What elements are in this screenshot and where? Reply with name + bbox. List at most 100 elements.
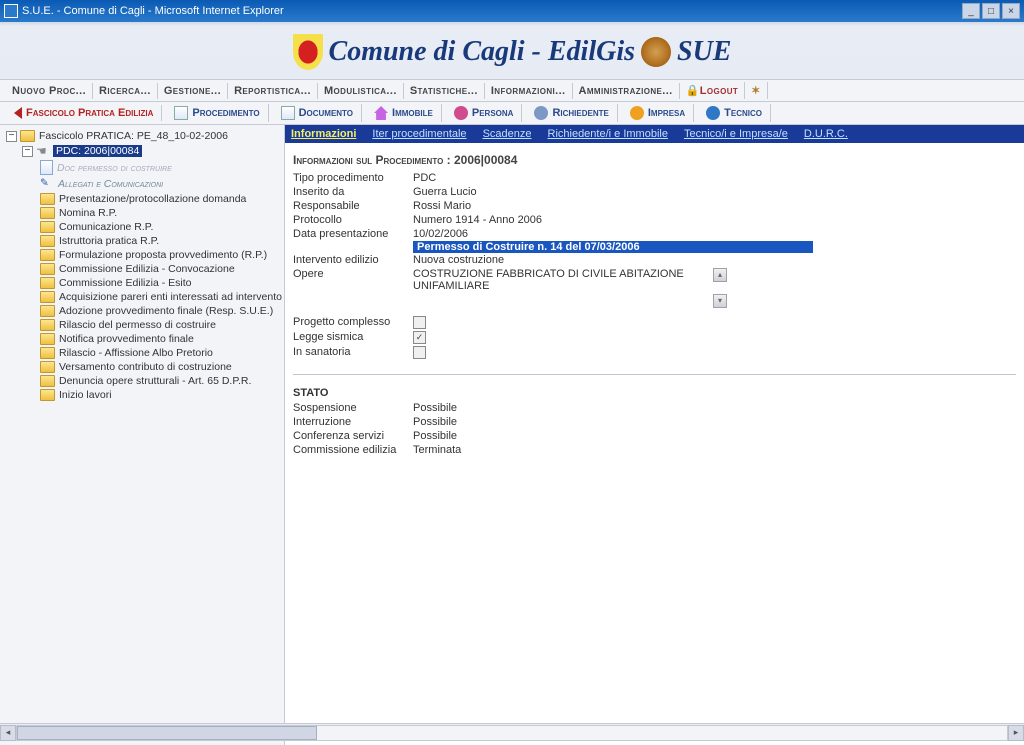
tree-item[interactable]: Inizio lavori xyxy=(2,388,282,402)
toolbar-modulistica[interactable]: Modulistica... xyxy=(318,83,404,99)
header-title-a: Comune di Cagli - EdilGis xyxy=(329,36,636,68)
toolbar-ricerca[interactable]: Ricerca... xyxy=(93,83,158,99)
value-inserito: Guerra Lucio xyxy=(413,186,477,198)
close-button[interactable]: × xyxy=(1002,3,1020,19)
folder-icon xyxy=(40,277,55,289)
scroll-down-icon[interactable]: ▾ xyxy=(713,294,727,308)
checkbox-progetto[interactable] xyxy=(413,316,426,329)
label-opere: Opere xyxy=(293,268,413,308)
tab-durc[interactable]: D.U.R.C. xyxy=(804,128,848,140)
tree-item[interactable]: Acquisizione pareri enti interessati ad … xyxy=(2,290,282,304)
checkbox-legge[interactable]: ✓ xyxy=(413,331,426,344)
toolbar-nuovo[interactable]: Nuovo Proc... xyxy=(6,83,93,99)
tree-root[interactable]: − Fascicolo PRATICA: PE_48_10-02-2006 xyxy=(2,129,282,143)
collapse-icon[interactable]: − xyxy=(6,131,17,142)
value-resp: Rossi Mario xyxy=(413,200,471,212)
tab-tecnico[interactable]: Tecnico/i e Impresa/e xyxy=(684,128,788,140)
folder-icon xyxy=(40,221,55,233)
tab-informazioni[interactable]: Informazioni xyxy=(291,128,356,140)
seal-icon xyxy=(641,37,671,67)
tree-doc[interactable]: Doc permesso di costruire xyxy=(2,159,282,176)
documento-button[interactable]: Documento xyxy=(273,104,362,122)
person-icon xyxy=(454,106,468,120)
label-resp: Responsabile xyxy=(293,200,413,212)
tecnico-button[interactable]: Tecnico xyxy=(698,104,771,122)
tree-item-label: Commissione Edilizia - Convocazione xyxy=(59,263,235,275)
tree-item-label: Presentazione/protocollazione domanda xyxy=(59,193,246,205)
value-proto: Numero 1914 - Anno 2006 xyxy=(413,214,542,226)
tree-item[interactable]: Commissione Edilizia - Esito xyxy=(2,276,282,290)
tab-scadenze[interactable]: Scadenze xyxy=(483,128,532,140)
tree-allegati[interactable]: ✎ Allegati e Comunicazioni xyxy=(2,176,282,192)
tree-item[interactable]: Versamento contributo di costruzione xyxy=(2,360,282,374)
scroll-track[interactable] xyxy=(16,725,1008,741)
toolbar-reportistica[interactable]: Reportistica... xyxy=(228,83,318,99)
value-opere: COSTRUZIONE FABBRICATO DI CIVILE ABITAZI… xyxy=(413,268,713,308)
tree-item[interactable]: Nomina R.P. xyxy=(2,206,282,220)
collapse-icon[interactable]: − xyxy=(22,146,33,157)
tree-item[interactable]: Rilascio - Affissione Albo Pretorio xyxy=(2,346,282,360)
immobile-button[interactable]: Immobile xyxy=(366,104,442,122)
fascicolo-button[interactable]: Fascicolo Pratica Edilizia xyxy=(6,105,162,121)
scroll-left-button[interactable]: ◂ xyxy=(0,725,16,741)
tree-item[interactable]: Formulazione proposta provvedimento (R.P… xyxy=(2,248,282,262)
main-toolbar: Nuovo Proc... Ricerca... Gestione... Rep… xyxy=(0,79,1024,102)
procedimento-button[interactable]: Procedimento xyxy=(166,104,268,122)
persona-button[interactable]: Persona xyxy=(446,104,523,122)
value-tipo: PDC xyxy=(413,172,436,184)
folder-icon xyxy=(40,305,55,317)
tree-item[interactable]: Commissione Edilizia - Convocazione xyxy=(2,262,282,276)
tree-item-label: Adozione provvedimento finale (Resp. S.U… xyxy=(59,305,273,317)
toolbar-amministrazione[interactable]: Amministrazione... xyxy=(573,83,680,99)
folder-icon xyxy=(40,319,55,331)
toolbar-statistiche[interactable]: Statistiche... xyxy=(404,83,485,99)
tree-selected-label: PDC: 2006|00084 xyxy=(53,145,142,157)
main-region: − Fascicolo PRATICA: PE_48_10-02-2006 − … xyxy=(0,125,1024,745)
tree-item[interactable]: Comunicazione R.P. xyxy=(2,220,282,234)
label-sosp: Sospensione xyxy=(293,402,413,414)
minimize-button[interactable]: _ xyxy=(962,3,980,19)
scroll-right-button[interactable]: ▸ xyxy=(1008,725,1024,741)
tree-item[interactable]: Istruttoria pratica R.P. xyxy=(2,234,282,248)
maximize-button[interactable]: □ xyxy=(982,3,1000,19)
tree-item-label: Denuncia opere strutturali - Art. 65 D.P… xyxy=(59,375,251,387)
tree-item-label: Versamento contributo di costruzione xyxy=(59,361,232,373)
folder-icon xyxy=(40,291,55,303)
toolbar-informazioni[interactable]: Informazioni... xyxy=(485,83,573,99)
scroll-up-icon[interactable]: ▴ xyxy=(713,268,727,282)
folder-icon xyxy=(40,235,55,247)
scroll-thumb[interactable] xyxy=(17,726,317,740)
tree-item[interactable]: Notifica provvedimento finale xyxy=(2,332,282,346)
crest-icon xyxy=(293,34,323,70)
tab-iter[interactable]: Iter procedimentale xyxy=(372,128,466,140)
tab-richiedente[interactable]: Richiedente/i e Immobile xyxy=(548,128,668,140)
value-comm: Terminata xyxy=(413,444,461,456)
label-conf: Conferenza servizi xyxy=(293,430,413,442)
tree-item-label: Inizio lavori xyxy=(59,389,112,401)
logout-button[interactable]: 🔒Logout xyxy=(680,82,746,99)
toolbar-extra[interactable]: ✶ xyxy=(745,82,768,99)
label-progetto: Progetto complesso xyxy=(293,316,413,329)
checkbox-sanatoria[interactable] xyxy=(413,346,426,359)
impresa-button[interactable]: Impresa xyxy=(622,104,694,122)
tree-allegati-label: Allegati e Comunicazioni xyxy=(58,178,163,190)
label-comm: Commissione edilizia xyxy=(293,444,413,456)
tree-selected[interactable]: − ☚ PDC: 2006|00084 xyxy=(2,143,282,159)
toolbar-gestione[interactable]: Gestione... xyxy=(158,83,228,99)
tree-item[interactable]: Presentazione/protocollazione domanda xyxy=(2,192,282,206)
folder-icon xyxy=(40,333,55,345)
value-sosp: Possibile xyxy=(413,402,457,414)
pen-icon: ✎ xyxy=(40,177,54,191)
label-inserito: Inserito da xyxy=(293,186,413,198)
folder-icon xyxy=(40,361,55,373)
tree-item[interactable]: Adozione provvedimento finale (Resp. S.U… xyxy=(2,304,282,318)
tree-item[interactable]: Denuncia opere strutturali - Art. 65 D.P… xyxy=(2,374,282,388)
folder-icon xyxy=(40,389,55,401)
folder-icon xyxy=(40,347,55,359)
section-title: Informazioni sul Procedimento : 2006|000… xyxy=(285,143,1024,171)
tree-item-label: Formulazione proposta provvedimento (R.P… xyxy=(59,249,267,261)
doc2-icon xyxy=(281,106,295,120)
richiedente-button[interactable]: Richiedente xyxy=(526,104,617,122)
tree-item[interactable]: Rilascio del permesso di costruire xyxy=(2,318,282,332)
tree-item-label: Notifica provvedimento finale xyxy=(59,333,194,345)
